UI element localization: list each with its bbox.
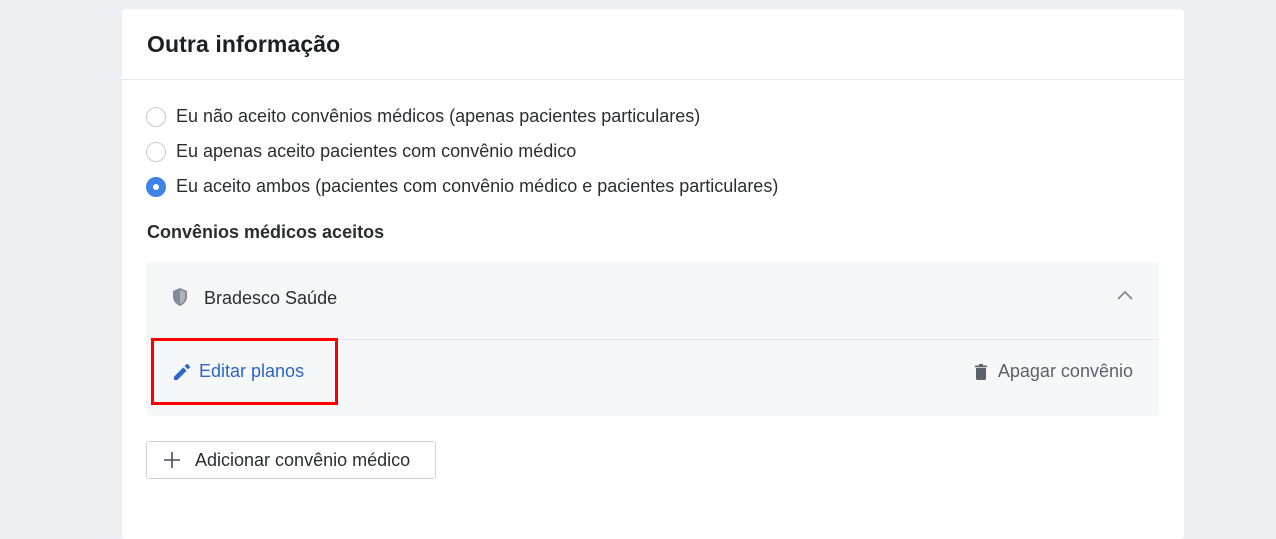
plus-icon bbox=[164, 452, 180, 468]
insurance-name: Bradesco Saúde bbox=[204, 288, 338, 308]
add-insurance-label: Adicionar convênio médico bbox=[195, 449, 411, 470]
add-insurance-button[interactable]: Adicionar convênio médico bbox=[146, 441, 436, 479]
radio-option-both[interactable]: Eu aceito ambos (pacientes com convênio … bbox=[146, 169, 778, 204]
chevron-up-icon[interactable] bbox=[1117, 290, 1133, 300]
insurance-radio-group: Eu não aceito convênios médicos (apenas … bbox=[146, 99, 778, 204]
radio-option-no-insurance[interactable]: Eu não aceito convênios médicos (apenas … bbox=[146, 99, 778, 134]
divider bbox=[149, 339, 1159, 340]
radio-button[interactable] bbox=[146, 106, 166, 127]
card-header: Outra informação bbox=[122, 9, 1184, 80]
radio-option-only-insurance[interactable]: Eu apenas aceito pacientes com convênio … bbox=[146, 134, 778, 169]
shield-icon bbox=[173, 288, 187, 306]
edit-plans-label: Editar planos bbox=[199, 361, 305, 381]
accepted-insurances-title: Convênios médicos aceitos bbox=[147, 222, 385, 242]
radio-label: Eu não aceito convênios médicos (apenas … bbox=[176, 106, 701, 126]
radio-button[interactable] bbox=[146, 141, 166, 162]
radio-label: Eu apenas aceito pacientes com convênio … bbox=[176, 141, 577, 161]
radio-button-checked[interactable] bbox=[146, 176, 166, 197]
card-title: Outra informação bbox=[147, 30, 341, 57]
delete-insurance-link[interactable]: Apagar convênio bbox=[974, 361, 1133, 382]
delete-insurance-label: Apagar convênio bbox=[997, 361, 1133, 381]
edit-plans-link[interactable]: Editar planos bbox=[174, 361, 304, 382]
insurance-item-panel: Bradesco Saúde Editar planos Apagar conv… bbox=[146, 262, 1159, 416]
pencil-icon bbox=[174, 363, 190, 380]
insurance-item-header[interactable]: Bradesco Saúde bbox=[146, 262, 1159, 339]
trash-icon bbox=[974, 363, 987, 380]
radio-label: Eu aceito ambos (pacientes com convênio … bbox=[176, 176, 779, 196]
other-info-card: Outra informação Eu não aceito convênios… bbox=[122, 9, 1184, 539]
